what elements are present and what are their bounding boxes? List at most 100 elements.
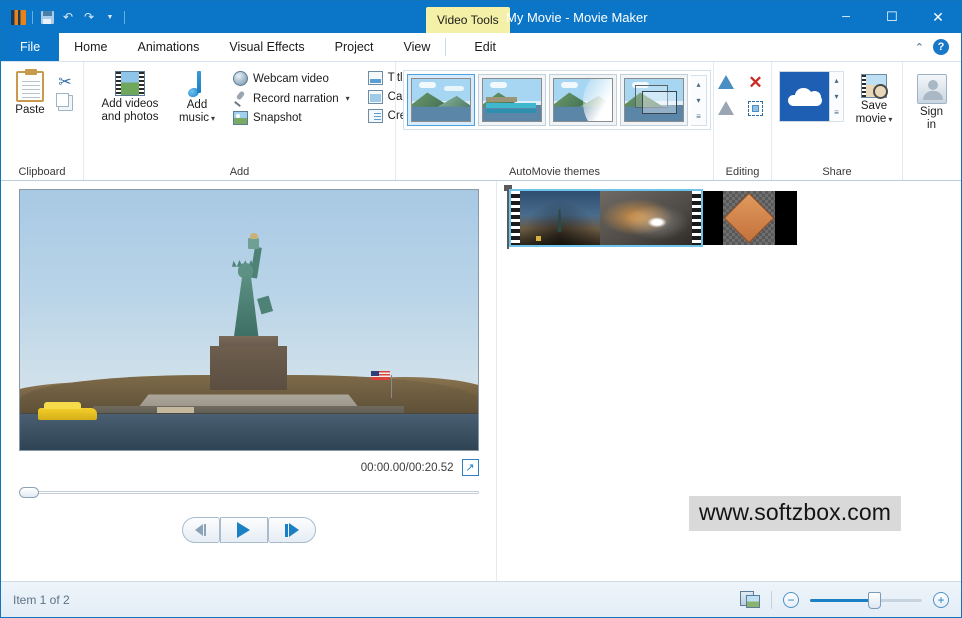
save-movie-caret: ▾ xyxy=(888,114,893,124)
snapshot-label: Snapshot xyxy=(253,112,302,124)
rotate-left-icon xyxy=(717,75,734,89)
rotate-left-button[interactable] xyxy=(715,72,737,92)
cut-button[interactable]: ✂ xyxy=(54,72,76,92)
rotate-right-icon xyxy=(717,101,734,115)
share-more-icon[interactable]: ≡ xyxy=(830,105,843,121)
watermark: www.softzbox.com xyxy=(688,496,901,531)
preview-scrubber[interactable] xyxy=(18,485,479,499)
save-movie-icon xyxy=(861,74,888,99)
add-music-label-1: Add xyxy=(186,99,208,111)
record-narration-label: Record narration xyxy=(253,92,339,105)
theme-item-cinematic[interactable] xyxy=(549,74,617,126)
paste-icon xyxy=(16,69,44,102)
tab-project[interactable]: Project xyxy=(319,33,389,61)
scrubber-track xyxy=(18,491,479,494)
theme-item-default[interactable] xyxy=(407,74,475,126)
clip-thumbnail-3 xyxy=(723,191,775,245)
sign-in-label-1: Sign xyxy=(919,106,944,118)
fullscreen-icon[interactable]: ↗ xyxy=(461,459,479,476)
clip-plaque-photo[interactable] xyxy=(701,191,797,245)
storyboard-clip-list xyxy=(509,189,797,247)
snapshot-button[interactable]: Snapshot xyxy=(229,109,354,127)
cut-icon: ✂ xyxy=(58,74,72,91)
movie-maker-window: ↶ ↷ ▼ Video Tools My Movie - Movie Maker… xyxy=(0,0,962,618)
webcam-video-button[interactable]: Webcam video xyxy=(229,69,354,88)
status-bar: Item 1 of 2 − + xyxy=(1,581,961,617)
onedrive-button[interactable] xyxy=(779,71,830,122)
minimize-button[interactable]: ─ xyxy=(823,1,869,33)
main-work-area: 00:00.00/00:20.52 ↗ www.softzbox.com xyxy=(1,181,961,581)
share-scroll-down-icon[interactable]: ▾ xyxy=(830,88,843,104)
redo-icon[interactable]: ↷ xyxy=(80,8,98,26)
tab-animations-label: Animations xyxy=(137,40,200,54)
ribbon: Paste ✂ Clipboard Add videos and photos … xyxy=(1,62,961,181)
tab-view[interactable]: View xyxy=(388,33,446,61)
paste-button[interactable]: Paste xyxy=(8,68,52,119)
record-narration-button[interactable]: Record narration ▾ xyxy=(229,89,354,108)
tab-home[interactable]: Home xyxy=(59,33,123,61)
preview-monitor[interactable] xyxy=(18,189,479,451)
tab-file[interactable]: File xyxy=(1,33,60,61)
storyboard-timeline-toggle-icon[interactable] xyxy=(740,591,760,608)
play-icon xyxy=(237,522,250,538)
zoom-in-button[interactable]: + xyxy=(933,591,949,608)
tab-edit[interactable]: Edit xyxy=(446,33,524,61)
copy-button[interactable] xyxy=(54,93,76,113)
zoom-slider[interactable] xyxy=(810,591,922,609)
clipboard-group-label: Clipboard xyxy=(18,165,66,178)
storyboard-playhead[interactable] xyxy=(504,185,512,249)
maximize-button[interactable]: ☐ xyxy=(869,1,915,33)
select-all-button[interactable] xyxy=(745,98,767,118)
movie-maker-icon[interactable] xyxy=(9,8,27,26)
add-videos-label-1: Add videos xyxy=(101,98,159,110)
themes-more-icon[interactable]: ≡ xyxy=(691,109,706,125)
preview-timecode: 00:00.00/00:20.52 xyxy=(360,461,454,474)
contextual-tab-video-tools[interactable]: Video Tools xyxy=(426,7,510,33)
remove-button[interactable]: ✕ xyxy=(745,72,767,92)
share-scroll-up-icon[interactable]: ▴ xyxy=(830,72,843,88)
undo-icon[interactable]: ↶ xyxy=(59,8,77,26)
play-button[interactable] xyxy=(219,517,268,543)
tab-animations[interactable]: Animations xyxy=(122,33,215,61)
editing-group-label: Editing xyxy=(725,165,760,178)
window-controls: ─ ☐ ✕ xyxy=(823,1,961,33)
save-movie-button[interactable]: Save movie ▾ xyxy=(850,71,898,128)
add-videos-photos-icon xyxy=(115,71,145,96)
status-divider xyxy=(771,590,772,609)
share-gallery-scroll: ▴ ▾ ≡ xyxy=(830,71,844,122)
help-icon[interactable]: ? xyxy=(933,39,949,55)
clip-statue-of-liberty-video[interactable] xyxy=(509,189,703,247)
previous-frame-button[interactable] xyxy=(181,517,220,543)
ribbon-group-add: Add videos and photos Add music ▾ Webcam … xyxy=(83,62,435,180)
ribbon-group-signin: Sign in xyxy=(902,62,960,180)
window-title-text: My Movie - Movie Maker xyxy=(506,9,648,25)
clip-thumbnail-1 xyxy=(520,191,600,245)
rotate-right-button[interactable] xyxy=(715,98,737,118)
collapse-ribbon-icon[interactable]: ⌃ xyxy=(915,41,924,54)
microphone-icon xyxy=(233,91,248,106)
remove-icon: ✕ xyxy=(748,72,763,92)
themes-scroll-down-icon[interactable]: ▾ xyxy=(691,92,706,108)
window-title: My Movie - Movie Maker xyxy=(506,1,648,33)
close-button[interactable]: ✕ xyxy=(915,1,961,33)
add-videos-and-photos-button[interactable]: Add videos and photos xyxy=(91,68,169,125)
scrubber-thumb[interactable] xyxy=(18,487,39,498)
signin-group-label xyxy=(903,163,960,180)
tab-visual-effects[interactable]: Visual Effects xyxy=(214,33,320,61)
webcam-icon xyxy=(233,71,248,86)
theme-item-contemporary[interactable] xyxy=(478,74,546,126)
share-group-label: Share xyxy=(822,165,852,178)
chevron-down-icon[interactable]: ▼ xyxy=(101,8,119,26)
zoom-out-button[interactable]: − xyxy=(783,591,799,608)
automovie-themes-gallery: ▴ ▾ ≡ xyxy=(403,70,711,130)
tab-strip-actions: ⌃ ? xyxy=(915,33,961,61)
themes-scroll-up-icon[interactable]: ▴ xyxy=(691,76,706,92)
save-icon[interactable] xyxy=(38,8,56,26)
title-icon xyxy=(367,71,383,85)
sign-in-button[interactable]: Sign in xyxy=(910,71,954,133)
add-music-button[interactable]: Add music ▾ xyxy=(169,68,225,127)
next-frame-button[interactable] xyxy=(267,517,316,543)
theme-item-fade[interactable] xyxy=(620,74,688,126)
storyboard-pane[interactable]: www.softzbox.com xyxy=(497,181,961,581)
zoom-slider-thumb[interactable] xyxy=(868,591,882,609)
